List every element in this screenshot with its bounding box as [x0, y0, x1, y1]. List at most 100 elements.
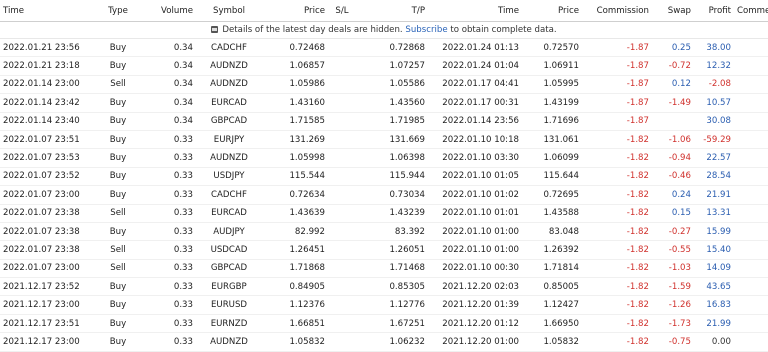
volume-cell: 0.34	[140, 56, 196, 76]
profit-cell: 0.00	[694, 332, 734, 352]
swap-cell: -0.46	[652, 167, 694, 187]
open-time-cell: 2021.12.17 23:51	[0, 314, 96, 334]
close-time-cell: 2021.12.20 01:12	[428, 314, 522, 334]
column-header-comment[interactable]: Comment	[734, 0, 768, 22]
swap-cell: -1.59	[652, 277, 694, 297]
close-price-cell: 1.06099	[522, 148, 582, 168]
close-time-cell: 2021.12.20 01:00	[428, 332, 522, 352]
type-cell: Buy	[96, 148, 140, 168]
volume-cell: 0.33	[140, 222, 196, 242]
swap-cell: -1.03	[652, 259, 694, 279]
type-cell: Buy	[96, 277, 140, 297]
swap-cell	[652, 112, 694, 131]
close-time-cell: 2022.01.10 01:01	[428, 204, 522, 223]
volume-cell: 0.33	[140, 148, 196, 168]
symbol-cell: CADCHF	[196, 185, 262, 205]
column-header-close-time[interactable]: Time	[428, 0, 522, 22]
open-time-cell: 2022.01.14 23:42	[0, 93, 96, 113]
symbol-cell: EURCAD	[196, 93, 262, 113]
comment-cell	[734, 148, 768, 168]
column-header-symbol[interactable]: Symbol	[196, 0, 262, 22]
column-header-close-price[interactable]: Price	[522, 0, 582, 22]
tp-cell: 1.71468	[356, 259, 428, 279]
comment-cell	[734, 259, 768, 279]
tp-cell: 115.944	[356, 167, 428, 187]
close-time-cell: 2022.01.10 03:30	[428, 148, 522, 168]
tp-cell: 83.392	[356, 222, 428, 242]
table-row: 2022.01.21 23:18 Buy 0.34 AUDNZD 1.06857 1.07…	[0, 56, 768, 76]
commission-cell: -1.87	[582, 112, 652, 131]
type-cell: Buy	[96, 332, 140, 352]
open-time-cell: 2022.01.07 23:51	[0, 130, 96, 150]
column-header-price[interactable]: Price	[262, 0, 328, 22]
comment-cell	[734, 112, 768, 131]
comment-cell	[734, 93, 768, 113]
column-header-profit[interactable]: Profit	[694, 0, 734, 22]
table-row: 2022.01.21 23:56 Buy 0.34 CADCHF 0.72468 0.72…	[0, 38, 768, 58]
tp-cell: 1.06232	[356, 332, 428, 352]
close-time-cell: 2022.01.24 01:04	[428, 56, 522, 76]
close-time-cell: 2022.01.14 23:56	[428, 112, 522, 131]
close-time-cell: 2022.01.10 00:30	[428, 259, 522, 279]
column-header-swap[interactable]: Swap	[652, 0, 694, 22]
sl-cell	[328, 112, 356, 131]
column-header-time[interactable]: Time	[0, 0, 96, 22]
open-time-cell: 2022.01.14 23:00	[0, 75, 96, 95]
open-price-cell: 82.992	[262, 222, 328, 242]
swap-cell: 0.12	[652, 75, 694, 95]
swap-cell: -0.94	[652, 148, 694, 168]
type-cell: Sell	[96, 240, 140, 260]
sl-cell	[328, 167, 356, 187]
comment-cell	[734, 38, 768, 58]
symbol-cell: AUDJPY	[196, 222, 262, 242]
tp-cell: 131.669	[356, 130, 428, 150]
sl-cell	[328, 75, 356, 95]
table-row: 2021.12.17 23:00 Buy 0.33 AUDNZD 1.05832 1.06…	[0, 332, 768, 352]
open-time-cell: 2022.01.07 23:38	[0, 204, 96, 223]
swap-cell: 0.15	[652, 204, 694, 223]
type-cell: Sell	[96, 204, 140, 223]
symbol-cell: AUDNZD	[196, 75, 262, 95]
symbol-cell: GBPCAD	[196, 112, 262, 131]
subscribe-link[interactable]: Subscribe	[405, 25, 447, 35]
comment-cell	[734, 314, 768, 334]
close-price-cell: 1.43588	[522, 204, 582, 223]
open-price-cell: 1.43160	[262, 93, 328, 113]
column-header-volume[interactable]: Volume	[140, 0, 196, 22]
comment-cell	[734, 185, 768, 205]
table-row: 2022.01.14 23:42 Buy 0.34 EURCAD 1.43160 1.43…	[0, 93, 768, 113]
close-time-cell: 2022.01.17 00:31	[428, 93, 522, 113]
symbol-cell: EURCAD	[196, 204, 262, 223]
notice-cell: Details of the latest day deals are hidd…	[0, 21, 768, 39]
close-time-cell: 2022.01.17 04:41	[428, 75, 522, 95]
volume-cell: 0.33	[140, 167, 196, 187]
symbol-cell: EURNZD	[196, 314, 262, 334]
volume-cell: 0.33	[140, 277, 196, 297]
commission-cell: -1.87	[582, 38, 652, 58]
close-time-cell: 2021.12.20 01:39	[428, 295, 522, 315]
profit-cell: 43.65	[694, 277, 734, 297]
open-time-cell: 2022.01.14 23:40	[0, 112, 96, 131]
column-header-sl[interactable]: S/L	[328, 0, 356, 22]
swap-cell: 0.24	[652, 185, 694, 205]
commission-cell: -1.87	[582, 75, 652, 95]
column-header-type[interactable]: Type	[96, 0, 140, 22]
close-price-cell: 1.71814	[522, 259, 582, 279]
swap-cell: -0.55	[652, 240, 694, 260]
open-time-cell: 2021.12.17 23:52	[0, 277, 96, 297]
comment-cell	[734, 332, 768, 352]
table-row: 2021.12.17 23:00 Buy 0.33 EURUSD 1.12376 1.12…	[0, 295, 768, 315]
symbol-cell: AUDNZD	[196, 148, 262, 168]
volume-cell: 0.33	[140, 130, 196, 150]
column-header-commission[interactable]: Commission	[582, 0, 652, 22]
close-price-cell: 115.644	[522, 167, 582, 187]
open-time-cell: 2022.01.07 23:00	[0, 185, 96, 205]
column-header-tp[interactable]: T/P	[356, 0, 428, 22]
volume-cell: 0.33	[140, 259, 196, 279]
close-price-cell: 83.048	[522, 222, 582, 242]
tp-cell: 0.73034	[356, 185, 428, 205]
close-time-cell: 2022.01.24 01:13	[428, 38, 522, 58]
commission-cell: -1.82	[582, 332, 652, 352]
profit-cell: 15.40	[694, 240, 734, 260]
table-row: 2022.01.07 23:51 Buy 0.33 EURJPY 131.269 131.…	[0, 130, 768, 150]
